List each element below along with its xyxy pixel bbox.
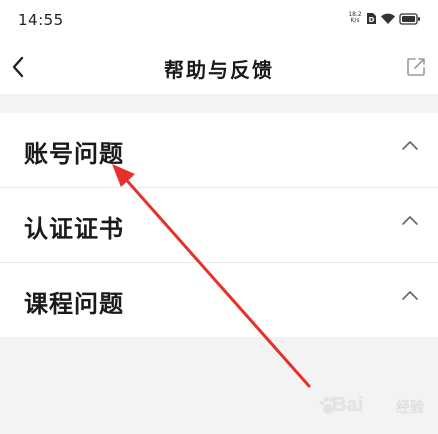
status-time: 14:55 — [18, 11, 64, 29]
share-icon — [407, 58, 425, 76]
svg-text:D: D — [369, 16, 375, 24]
share-button[interactable] — [404, 55, 428, 79]
network-speed: 18.2 K/s — [348, 12, 362, 24]
faq-category-account[interactable]: 账号问题 — [0, 113, 438, 188]
chevron-up-icon[interactable] — [400, 289, 420, 303]
faq-category-certificate[interactable]: 认证证书 — [0, 188, 438, 263]
watermark-brand: Bai — [332, 394, 364, 416]
faq-category-course[interactable]: 课程问题 — [0, 263, 438, 337]
data-saver-icon: D — [366, 10, 377, 29]
baidu-jingyan-watermark: Bai 经验 — [318, 388, 430, 422]
faq-category-label: 课程问题 — [24, 290, 124, 318]
page-title: 帮助与反馈 — [164, 58, 274, 82]
network-speed-unit: K/s — [350, 17, 360, 24]
watermark-suffix: 经验 — [396, 400, 424, 416]
wifi-icon — [380, 10, 396, 29]
faq-category-label: 账号问题 — [24, 140, 124, 168]
chevron-up-icon[interactable] — [400, 139, 420, 153]
status-icons: D — [366, 12, 421, 26]
app-header: 帮助与反馈 — [0, 40, 438, 94]
status-bar: 14:55 18.2 K/s D — [0, 0, 438, 40]
faq-category-list: 账号问题 认证证书 课程问题 — [0, 113, 438, 337]
faq-category-label: 认证证书 — [24, 215, 124, 243]
battery-icon — [399, 10, 421, 29]
chevron-up-icon[interactable] — [400, 214, 420, 228]
